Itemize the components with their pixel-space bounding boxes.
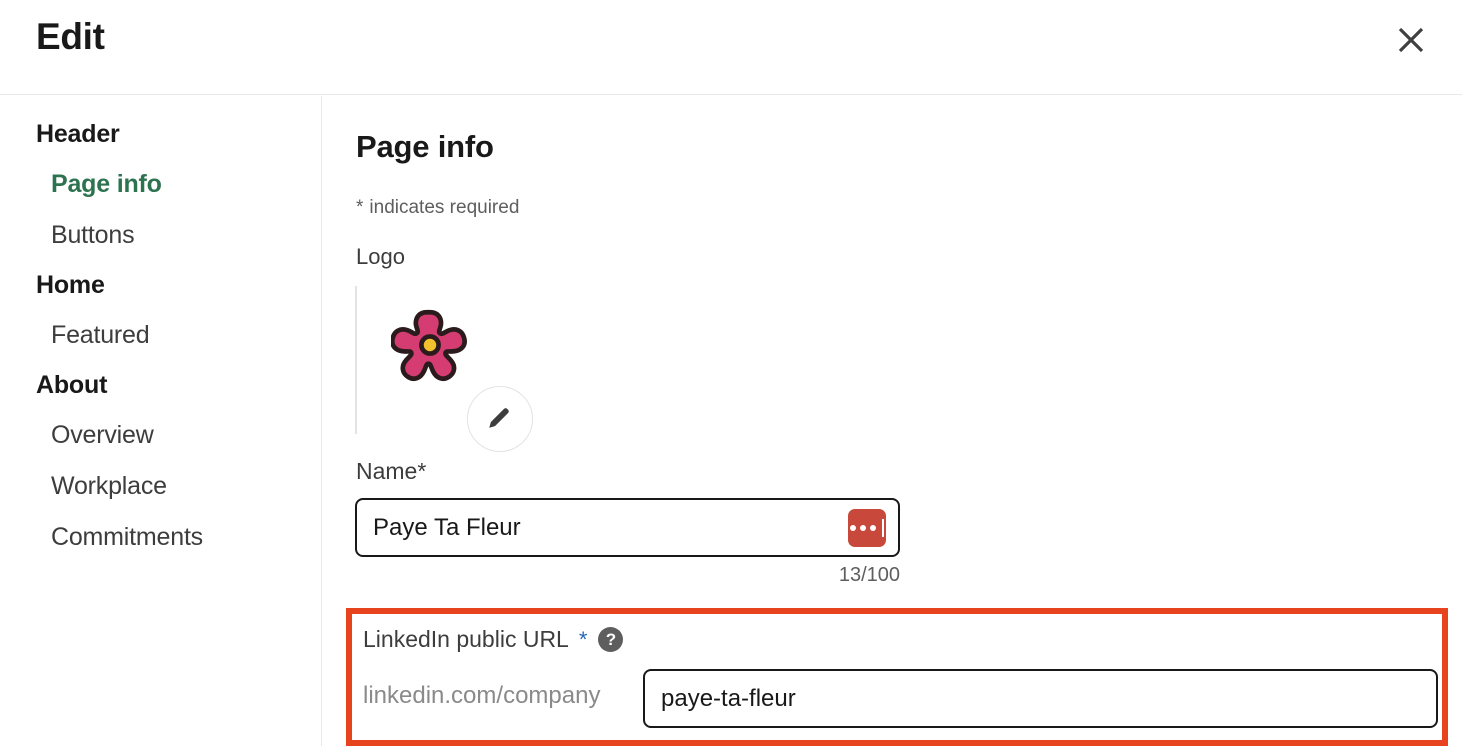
badge-dot-3 bbox=[870, 525, 876, 531]
page-info-form: Page info * indicates required Logo Name… bbox=[323, 96, 1462, 746]
logo-label: Logo bbox=[356, 244, 405, 269]
edit-sidebar: Header Page info Buttons Home Featured A… bbox=[0, 96, 322, 746]
sidebar-item-label: Overview bbox=[51, 421, 154, 449]
linkedin-url-section: LinkedIn public URL * ? linkedin.com/com… bbox=[346, 608, 1448, 746]
sidebar-item-label: Commitments bbox=[51, 523, 203, 551]
sidebar-group-header: Header bbox=[36, 120, 120, 148]
sidebar-item-workplace[interactable]: Workplace bbox=[0, 461, 321, 512]
logo-preview-block bbox=[353, 286, 553, 452]
sidebar-item-page-info[interactable]: Page info bbox=[0, 159, 321, 210]
badge-caret bbox=[882, 519, 884, 537]
linkedin-url-prefix: linkedin.com/company bbox=[363, 682, 601, 709]
edit-page-dialog: Edit Header Page info Buttons Home Featu… bbox=[0, 0, 1462, 746]
name-input[interactable] bbox=[355, 498, 900, 557]
sidebar-item-commitments[interactable]: Commitments bbox=[0, 512, 321, 563]
sidebar-item-featured[interactable]: Featured bbox=[0, 310, 321, 361]
close-button[interactable] bbox=[1386, 15, 1436, 65]
required-legend: * indicates required bbox=[356, 197, 519, 219]
badge-dot-1 bbox=[850, 525, 856, 531]
sidebar-group-about: About bbox=[36, 371, 108, 399]
pencil-icon bbox=[485, 402, 515, 437]
edit-logo-button[interactable] bbox=[467, 386, 533, 452]
question-mark-icon[interactable]: ? bbox=[598, 627, 624, 652]
sidebar-item-label: Page info bbox=[51, 170, 162, 198]
sidebar-item-label: Featured bbox=[51, 321, 150, 349]
page-title: Edit bbox=[36, 16, 105, 57]
sidebar-item-label: Workplace bbox=[51, 472, 167, 500]
logo-rail-divider bbox=[355, 286, 357, 434]
flower-logo-icon bbox=[389, 306, 469, 384]
linkedin-url-label-text: LinkedIn public URL bbox=[363, 626, 569, 652]
red-ellipsis-badge-icon[interactable] bbox=[848, 509, 886, 547]
sidebar-group-home: Home bbox=[36, 271, 105, 299]
required-legend-text: indicates required bbox=[369, 197, 520, 218]
dialog-header: Edit bbox=[0, 0, 1462, 95]
linkedin-url-input[interactable] bbox=[643, 669, 1438, 728]
required-legend-star: * bbox=[356, 197, 364, 218]
close-icon bbox=[1395, 24, 1427, 56]
sidebar-item-label: Buttons bbox=[51, 221, 135, 249]
badge-dot-2 bbox=[860, 525, 866, 531]
sidebar-item-buttons[interactable]: Buttons bbox=[0, 210, 321, 261]
required-asterisk: * bbox=[578, 626, 588, 652]
sidebar-item-overview[interactable]: Overview bbox=[0, 410, 321, 461]
name-label: Name* bbox=[356, 458, 427, 484]
section-title: Page info bbox=[356, 129, 494, 164]
linkedin-url-label: LinkedIn public URL * ? bbox=[363, 626, 624, 653]
name-input-wrapper bbox=[355, 498, 900, 557]
name-char-counter: 13/100 bbox=[838, 564, 900, 586]
